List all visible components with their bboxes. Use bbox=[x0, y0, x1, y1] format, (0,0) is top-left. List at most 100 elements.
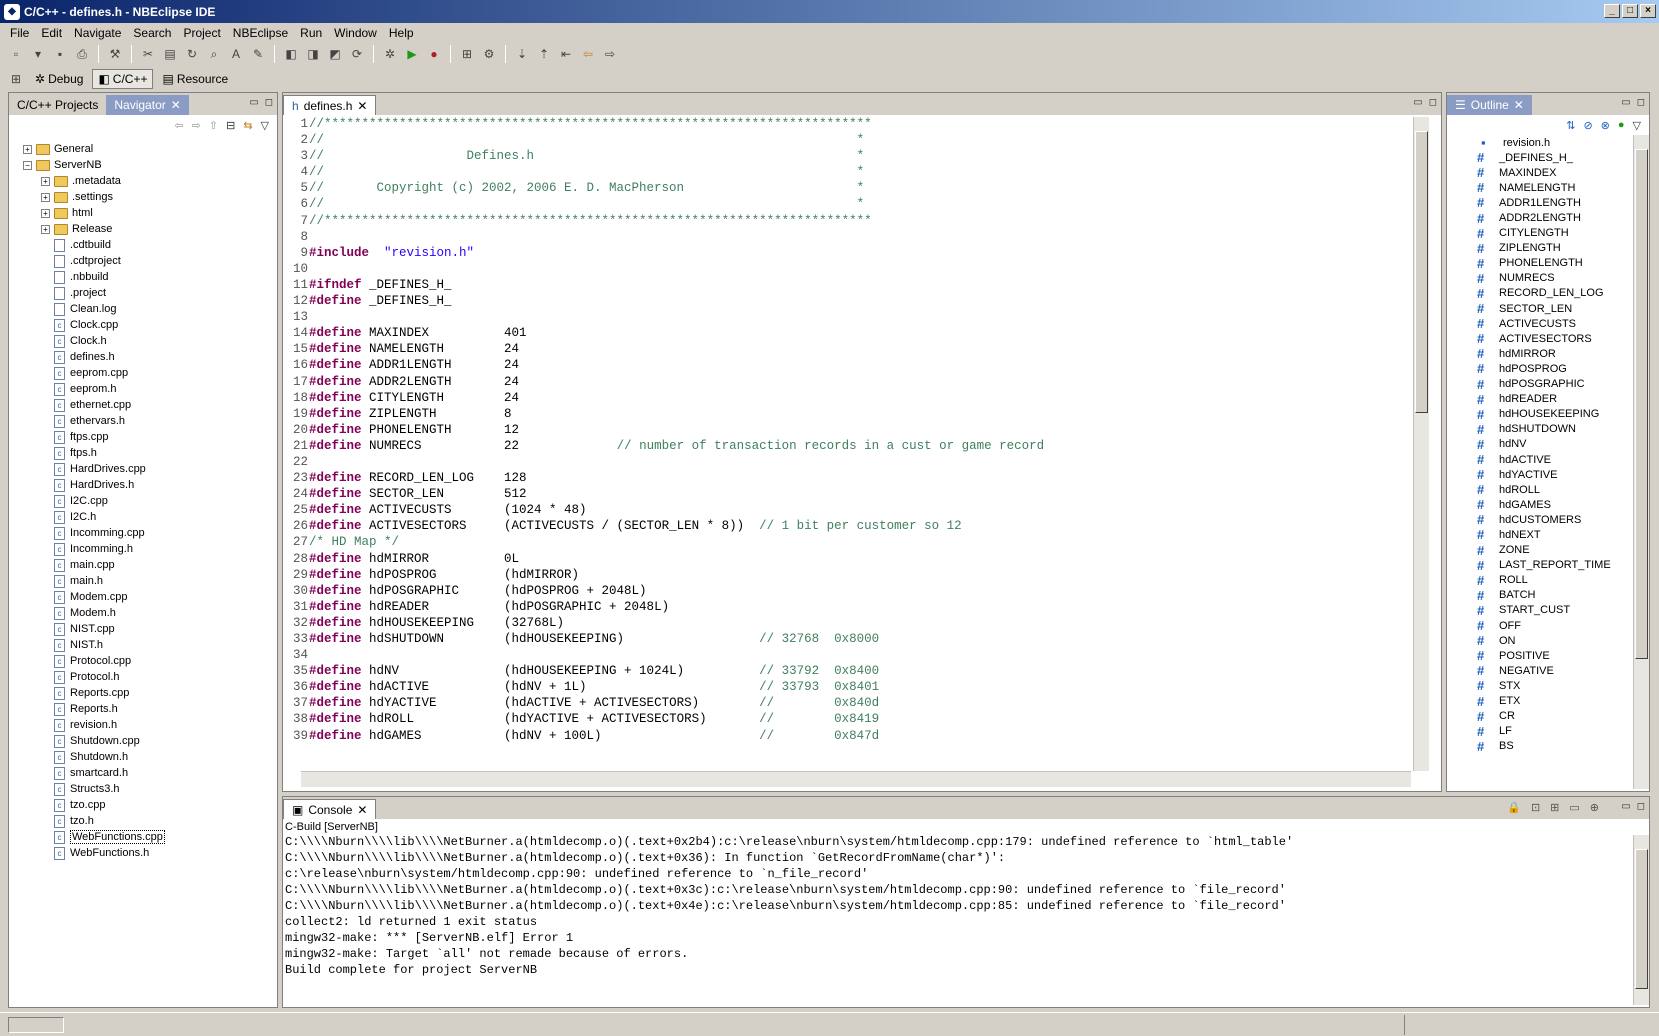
close-button[interactable]: × bbox=[1640, 4, 1656, 18]
tree-item[interactable]: c WebFunctions.h bbox=[17, 845, 277, 861]
outline-item[interactable]: # ACTIVECUSTS bbox=[1447, 316, 1633, 331]
outline-item[interactable]: # ADDR2LENGTH bbox=[1447, 210, 1633, 226]
last-edit-icon[interactable]: ⇤ bbox=[556, 45, 576, 63]
collapse-all-icon[interactable]: ⊟ bbox=[226, 119, 235, 133]
link-editor-icon[interactable]: ⇆ bbox=[243, 119, 252, 133]
tree-item[interactable]: c I2C.h bbox=[17, 509, 277, 525]
outline-item[interactable]: # ETX bbox=[1447, 693, 1633, 709]
outline-item[interactable]: # POSITIVE bbox=[1447, 648, 1633, 663]
tree-item[interactable]: + Release bbox=[17, 221, 277, 237]
external-tools-icon[interactable]: ● bbox=[424, 45, 444, 63]
perspective-debug[interactable]: ✲ Debug bbox=[30, 70, 88, 88]
open-type-icon[interactable]: ⊞ bbox=[457, 45, 477, 63]
outline-item[interactable]: # hdGAMES bbox=[1447, 497, 1633, 512]
tree-item[interactable]: c revision.h bbox=[17, 717, 277, 733]
tab-navigator[interactable]: Navigator ✕ bbox=[106, 95, 189, 115]
editor-hscroll[interactable] bbox=[301, 771, 1411, 787]
forward-icon[interactable]: ⇨ bbox=[600, 45, 620, 63]
outline-item[interactable]: # hdMIRROR bbox=[1447, 346, 1633, 361]
tree-item[interactable]: c Reports.h bbox=[17, 701, 277, 717]
tree-item[interactable]: c Incomming.h bbox=[17, 541, 277, 557]
tab-cpp-projects[interactable]: C/C++ Projects bbox=[9, 95, 106, 115]
tree-item[interactable]: + .settings bbox=[17, 189, 277, 205]
close-icon[interactable]: ✕ bbox=[171, 98, 181, 112]
cut-icon[interactable]: ✂ bbox=[138, 45, 158, 63]
tree-item[interactable]: + .metadata bbox=[17, 173, 277, 189]
expand-toggle-icon[interactable]: + bbox=[41, 176, 50, 186]
minimize-icon[interactable]: ▭ bbox=[1621, 97, 1630, 108]
maximize-button[interactable]: □ bbox=[1622, 4, 1638, 18]
sort-icon[interactable]: ⇅ bbox=[1566, 119, 1575, 133]
tree-item[interactable]: c Shutdown.h bbox=[17, 749, 277, 765]
back-icon[interactable]: ⇦ bbox=[174, 119, 183, 133]
scroll-thumb[interactable] bbox=[1635, 149, 1648, 659]
outline-item[interactable]: # PHONELENGTH bbox=[1447, 256, 1633, 271]
new-class-icon[interactable]: ◧ bbox=[281, 45, 301, 63]
dropdown-arrow-icon[interactable]: ▾ bbox=[28, 45, 48, 63]
tree-item[interactable]: c ftps.h bbox=[17, 445, 277, 461]
outline-item[interactable]: # NUMRECS bbox=[1447, 271, 1633, 286]
view-menu-icon[interactable]: ▽ bbox=[261, 119, 269, 133]
display-console-icon[interactable]: ▭ bbox=[1569, 801, 1579, 814]
tab-defines-h[interactable]: h defines.h ✕ bbox=[283, 95, 377, 115]
minimize-icon[interactable]: ▭ bbox=[249, 97, 258, 108]
new-folder-icon[interactable]: ◨ bbox=[303, 45, 323, 63]
outline-item[interactable]: # hdCUSTOMERS bbox=[1447, 512, 1633, 527]
outline-item[interactable]: # ROLL bbox=[1447, 573, 1633, 588]
outline-item[interactable]: # _DEFINES_H_ bbox=[1447, 150, 1633, 165]
outline-item[interactable]: # hdPOSGRAPHIC bbox=[1447, 377, 1633, 392]
tree-item[interactable]: c main.h bbox=[17, 573, 277, 589]
tree-item[interactable]: c ftps.cpp bbox=[17, 429, 277, 445]
outline-item[interactable]: # ON bbox=[1447, 633, 1633, 648]
tree-item[interactable]: c Modem.cpp bbox=[17, 589, 277, 605]
outline-item[interactable]: # ZONE bbox=[1447, 543, 1633, 558]
outline-item[interactable]: # hdPOSPROG bbox=[1447, 361, 1633, 376]
tree-item[interactable]: c tzo.h bbox=[17, 813, 277, 829]
tree-item[interactable]: + html bbox=[17, 205, 277, 221]
back-icon[interactable]: ⇦ bbox=[578, 45, 598, 63]
hide-static-icon[interactable]: ⊗ bbox=[1601, 119, 1610, 133]
scroll-thumb[interactable] bbox=[1415, 131, 1428, 413]
up-icon[interactable]: ⇧ bbox=[209, 119, 218, 133]
view-menu-icon[interactable]: ▽ bbox=[1633, 119, 1641, 133]
search-icon[interactable]: ⌕ bbox=[204, 45, 224, 63]
outline-item[interactable]: # hdNEXT bbox=[1447, 527, 1633, 542]
outline-item[interactable]: # hdYACTIVE bbox=[1447, 467, 1633, 482]
forward-icon[interactable]: ⇨ bbox=[192, 119, 201, 133]
tree-item[interactable]: .project bbox=[17, 285, 277, 301]
prev-annotation-icon[interactable]: ⇡ bbox=[534, 45, 554, 63]
tree-item[interactable]: c Shutdown.cpp bbox=[17, 733, 277, 749]
outline-item[interactable]: # BATCH bbox=[1447, 588, 1633, 603]
outline-item[interactable]: # LAST_REPORT_TIME bbox=[1447, 558, 1633, 573]
perspective-c-c-[interactable]: ◧ C/C++ bbox=[92, 69, 154, 89]
menu-help[interactable]: Help bbox=[383, 26, 420, 40]
edit-icon[interactable]: ✎ bbox=[248, 45, 268, 63]
tree-item[interactable]: c Structs3.h bbox=[17, 781, 277, 797]
tab-outline[interactable]: ☰ Outline ✕ bbox=[1447, 95, 1532, 115]
tree-item[interactable]: c Reports.cpp bbox=[17, 685, 277, 701]
tree-item[interactable]: c I2C.cpp bbox=[17, 493, 277, 509]
debug-icon[interactable]: ✲ bbox=[380, 45, 400, 63]
menu-navigate[interactable]: Navigate bbox=[68, 26, 127, 40]
outline-vscroll[interactable] bbox=[1633, 135, 1649, 789]
maximize-icon[interactable]: ◻ bbox=[1429, 97, 1437, 108]
tree-item[interactable]: c NIST.h bbox=[17, 637, 277, 653]
outline-item[interactable]: # NEGATIVE bbox=[1447, 663, 1633, 678]
menu-file[interactable]: File bbox=[4, 26, 35, 40]
find-icon[interactable]: A bbox=[226, 45, 246, 63]
tree-item[interactable]: c ethervars.h bbox=[17, 413, 277, 429]
tree-item[interactable]: c Incomming.cpp bbox=[17, 525, 277, 541]
outline-item[interactable]: # SECTOR_LEN bbox=[1447, 301, 1633, 316]
minimize-icon[interactable]: ▭ bbox=[1413, 97, 1422, 108]
tree-item[interactable]: Clean.log bbox=[17, 301, 277, 317]
outline-item[interactable]: # ADDR1LENGTH bbox=[1447, 195, 1633, 210]
tree-item[interactable]: c main.cpp bbox=[17, 557, 277, 573]
expand-toggle-icon[interactable]: + bbox=[41, 208, 50, 218]
code-editor[interactable]: 1//*************************************… bbox=[283, 117, 1411, 771]
outline-item[interactable]: # OFF bbox=[1447, 618, 1633, 633]
new-console-icon[interactable]: ⊕ bbox=[1590, 801, 1599, 814]
tree-item[interactable]: c eeprom.cpp bbox=[17, 365, 277, 381]
tree-item[interactable]: c smartcard.h bbox=[17, 765, 277, 781]
tree-item[interactable]: .cdtbuild bbox=[17, 237, 277, 253]
minimize-button[interactable]: _ bbox=[1604, 4, 1620, 18]
